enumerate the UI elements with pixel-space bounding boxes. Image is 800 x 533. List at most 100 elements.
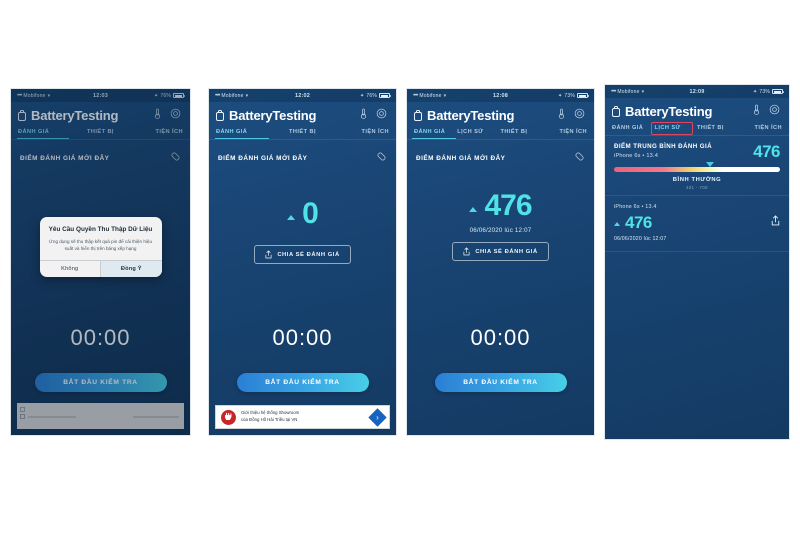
ad-text: Giới thiệu hệ thống Showroom của Đồng Hồ… [241, 410, 366, 424]
share-upload-icon [463, 247, 470, 256]
tab-lich-su[interactable]: LỊCH SỬ [457, 129, 500, 139]
signal-bars-icon: •••• [611, 88, 617, 95]
start-test-button[interactable]: BẮT ĐẦU KIỂM TRA [236, 373, 369, 392]
clock-label: 12:08 [492, 92, 509, 99]
score-trend-up-icon [469, 206, 478, 212]
screenshot-canvas: •••• Mobifone ▾ 12:03 ✦ 76% BatteryTesti… [0, 0, 800, 533]
share-score-button[interactable]: CHIA SẺ ĐÁNH GIÁ [254, 245, 351, 264]
app-header: BatteryTesting [407, 102, 594, 127]
bluetooth-icon: ✦ [558, 92, 563, 99]
settings-gear-icon[interactable] [376, 106, 387, 124]
recent-score-section: ĐIỂM ĐÁNH GIÁ MỚI ĐÂY [407, 140, 594, 169]
status-bar: •••• Mobifone ▾ 12:09 ✦ 73% [605, 85, 789, 98]
ad-arrow-right-icon[interactable]: › [368, 407, 387, 427]
carrier-label: Mobifone [221, 92, 244, 99]
link-chain-icon[interactable] [574, 149, 585, 167]
recent-score-section: ĐIỂM ĐÁNH GIÁ MỚI ĐÂY [209, 140, 396, 169]
history-list-item[interactable]: iPhone 6s • 13.4 476 06/06/2020 lúc 12:0… [605, 196, 789, 251]
meter-gradient-bar [614, 167, 780, 172]
ad-line-2: của Đồng Hồ Hải Triều tại VN [241, 417, 298, 422]
app-title: BatteryTesting [427, 107, 515, 123]
status-bar: •••• Mobifone ▾ 12:08 ✦ 73% [407, 89, 594, 102]
timer-display: 00:00 [470, 325, 531, 350]
timer-display: 00:00 [272, 325, 333, 350]
tab-tien-ich[interactable]: TIỆN ÍCH [331, 129, 389, 139]
app-title: BatteryTesting [625, 103, 713, 119]
meter-pointer-icon [706, 162, 715, 167]
clock-label: 12:02 [294, 92, 311, 99]
share-score-button[interactable]: CHIA SẺ ĐÁNH GIÁ [452, 242, 549, 261]
app-header: BatteryTesting [605, 98, 789, 123]
clock-label: 12:09 [689, 88, 705, 95]
battery-percent-label: 73% [759, 88, 771, 95]
wifi-icon: ▾ [245, 92, 249, 99]
wifi-icon: ▾ [641, 88, 645, 95]
tab-bar: ĐÁNH GIÁ THIẾT BỊ TIỆN ÍCH [209, 127, 396, 139]
average-score-label: ĐIỂM TRUNG BÌNH ĐÁNH GIÁ [614, 143, 712, 150]
permission-dialog: Yêu Cầu Quyền Thu Thập Dữ Liệu Ứng dụng … [39, 217, 162, 277]
ad-banner[interactable]: Giới thiệu hệ thống Showroom của Đồng Hồ… [215, 405, 390, 429]
thermometer-icon[interactable] [558, 106, 565, 124]
phone-screen-history: •••• Mobifone ▾ 12:09 ✦ 73% BatteryTesti… [604, 84, 790, 440]
history-trend-up-icon [614, 222, 620, 226]
meter-range-label: 401 - 700 [686, 185, 708, 190]
battery-icon [577, 93, 589, 98]
tab-tien-ich[interactable]: TIỆN ÍCH [544, 129, 587, 139]
battery-icon [772, 89, 784, 94]
thermometer-icon[interactable] [753, 102, 760, 120]
battery-brand-icon [414, 109, 422, 121]
average-score-value: 476 [753, 142, 780, 161]
score-trend-up-icon [287, 214, 296, 220]
score-meter: BÌNH THƯỜNG 401 - 700 [614, 162, 780, 190]
tab-danh-gia[interactable]: ĐÁNH GIÁ [612, 125, 655, 135]
dialog-message: Ứng dụng sẽ thu thập kết quả pin để cải … [48, 239, 153, 252]
wifi-icon: ▾ [443, 92, 447, 99]
settings-gear-icon[interactable] [574, 106, 585, 124]
tab-thiet-bi[interactable]: THIẾT BỊ [274, 129, 332, 139]
active-tab-underline [215, 137, 269, 139]
score-value: 476 [484, 189, 532, 222]
bluetooth-icon: ✦ [753, 88, 758, 95]
history-score-value: 476 [625, 212, 652, 232]
history-date-label: 06/06/2020 lúc 12:07 [614, 236, 667, 242]
battery-brand-icon [216, 109, 224, 121]
phone-screen-score-476: •••• Mobifone ▾ 12:08 ✦ 73% BatteryTesti… [406, 88, 595, 436]
average-score-card: ĐIỂM TRUNG BÌNH ĐÁNH GIÁ iPhone 6s • 13.… [605, 136, 789, 195]
score-date: 06/06/2020 lúc 12:07 [469, 227, 532, 234]
battery-icon [379, 93, 391, 98]
phone-screen-score-zero: •••• Mobifone ▾ 12:02 ✦ 76% BatteryTesti… [208, 88, 397, 436]
battery-brand-icon [612, 105, 620, 117]
bluetooth-icon: ✦ [360, 92, 365, 99]
app-header: BatteryTesting [209, 102, 396, 127]
section-title: ĐIỂM ĐÁNH GIÁ MỚI ĐÂY [218, 154, 308, 162]
meter-level-label: BÌNH THƯỜNG [672, 177, 722, 183]
history-share-icon[interactable] [771, 213, 780, 231]
tab-tien-ich[interactable]: TIỆN ÍCH [740, 125, 783, 135]
score-value: 0 [302, 197, 319, 230]
active-tab-underline [412, 137, 456, 139]
signal-bars-icon: •••• [413, 92, 419, 99]
tab-thiet-bi[interactable]: THIẾT BỊ [697, 125, 740, 135]
dialog-title: Yêu Cầu Quyền Thu Thập Dữ Liệu [48, 226, 153, 233]
highlight-box-lich-su [651, 122, 693, 135]
ad-line-1: Giới thiệu hệ thống Showroom [241, 410, 300, 416]
dialog-deny-button[interactable]: Không [40, 261, 101, 277]
dialog-accept-button[interactable]: Đồng Ý [100, 260, 162, 277]
tab-bar: ĐÁNH GIÁ LỊCH SỬ THIẾT BỊ TIỆN ÍCH [605, 122, 789, 135]
advertiser-logo-icon [221, 409, 236, 425]
signal-bars-icon: •••• [215, 92, 221, 99]
history-device-label: iPhone 6s • 13.4 [614, 204, 657, 210]
settings-gear-icon[interactable] [769, 102, 780, 120]
start-test-button[interactable]: BẮT ĐẦU KIỂM TRA [434, 373, 567, 392]
share-button-label: CHIA SẺ ĐÁNH GIÁ [475, 248, 538, 255]
history-list-divider [605, 251, 789, 252]
status-bar: •••• Mobifone ▾ 12:02 ✦ 76% [209, 89, 396, 102]
thermometer-icon[interactable] [360, 106, 367, 124]
carrier-label: Mobifone [419, 92, 442, 99]
battery-percent-label: 76% [366, 92, 378, 99]
phone-screen-permission-dialog: •••• Mobifone ▾ 12:03 ✦ 76% BatteryTesti… [10, 88, 191, 436]
tab-thiet-bi[interactable]: THIẾT BỊ [501, 129, 544, 139]
score-block: 476 06/06/2020 lúc 12:07 CHIA SẺ ĐÁNH GI… [407, 189, 594, 261]
link-chain-icon[interactable] [376, 149, 387, 167]
score-block: 0 CHIA SẺ ĐÁNH GIÁ [209, 197, 396, 264]
